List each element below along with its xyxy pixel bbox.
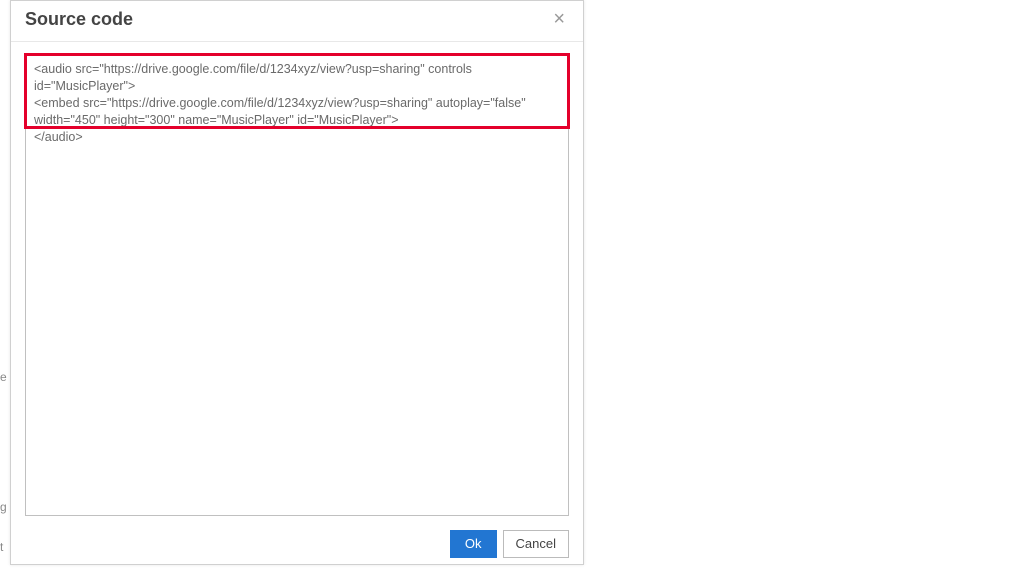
bg-frag: e <box>0 370 7 384</box>
dialog-footer: Ok Cancel <box>11 522 583 570</box>
bg-frag: t <box>0 540 3 554</box>
close-icon[interactable]: × <box>549 7 569 31</box>
source-code-textarea[interactable] <box>26 55 568 515</box>
dialog-body <box>11 42 583 522</box>
ok-button[interactable]: Ok <box>450 530 497 558</box>
dialog-header: Source code × <box>11 1 583 42</box>
background-page-fragments: e g t <box>0 0 10 576</box>
dialog-title: Source code <box>25 9 133 30</box>
source-code-dialog: Source code × Ok Cancel <box>10 0 584 565</box>
code-area-wrapper <box>25 54 569 516</box>
bg-frag: g <box>0 500 7 514</box>
cancel-button[interactable]: Cancel <box>503 530 569 558</box>
